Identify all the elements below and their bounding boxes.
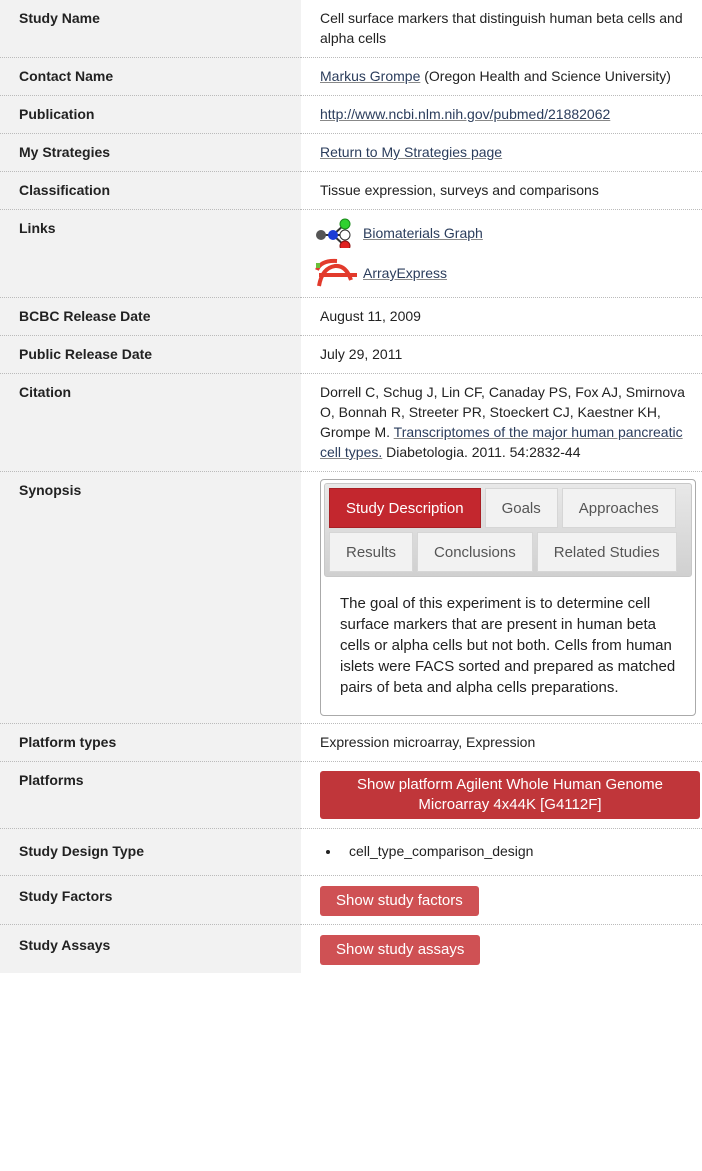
row-platforms: Platforms Show platform Agilent Whole Hu…	[0, 761, 702, 829]
row-study-factors: Study Factors Show study factors	[0, 875, 702, 925]
publication-value: http://www.ncbi.nlm.nih.gov/pubmed/21882…	[301, 95, 702, 134]
row-design-type: Study Design Type cell_type_comparison_d…	[0, 828, 702, 876]
study-factors-value: Show study factors	[301, 875, 702, 925]
contact-value: Markus Grompe (Oregon Health and Science…	[301, 57, 702, 96]
study-factors-label: Study Factors	[0, 875, 301, 925]
row-public-release: Public Release Date July 29, 2011	[0, 335, 702, 374]
classification-value: Tissue expression, surveys and compariso…	[301, 171, 702, 210]
arrayexpress-link[interactable]: ArrayExpress	[363, 263, 447, 283]
my-strategies-link[interactable]: Return to My Strategies page	[320, 144, 502, 160]
row-my-strategies: My Strategies Return to My Strategies pa…	[0, 133, 702, 172]
tab-study-description[interactable]: Study Description	[329, 488, 481, 528]
arrayexpress-icon	[313, 258, 363, 288]
synopsis-value: Study Description Goals Approaches Resul…	[301, 471, 702, 724]
my-strategies-label: My Strategies	[0, 133, 301, 172]
platform-types-value: Expression microarray, Expression	[301, 723, 702, 762]
biomaterials-graph-link-row[interactable]: Biomaterials Graph	[313, 218, 692, 252]
synopsis-tabs: Study Description Goals Approaches Resul…	[320, 479, 696, 716]
platforms-value: Show platform Agilent Whole Human Genome…	[301, 761, 702, 829]
my-strategies-value: Return to My Strategies page	[301, 133, 702, 172]
tab-approaches[interactable]: Approaches	[561, 488, 676, 528]
public-release-value: July 29, 2011	[301, 335, 702, 374]
contact-affiliation: (Oregon Health and Science University)	[420, 68, 671, 84]
synopsis-label: Synopsis	[0, 471, 301, 724]
graph-icon	[313, 218, 363, 252]
study-name-value: Cell surface markers that distinguish hu…	[301, 0, 702, 58]
synopsis-tab-content: The goal of this experiment is to determ…	[340, 595, 676, 696]
row-links: Links Biomaterials Graph ArrayExpress	[0, 209, 702, 298]
platforms-label: Platforms	[0, 761, 301, 829]
publication-link[interactable]: http://www.ncbi.nlm.nih.gov/pubmed/21882…	[320, 106, 610, 122]
links-value: Biomaterials Graph ArrayExpress	[301, 209, 702, 298]
publication-label: Publication	[0, 95, 301, 134]
study-name-label: Study Name	[0, 0, 301, 58]
contact-label: Contact Name	[0, 57, 301, 96]
citation-label: Citation	[0, 373, 301, 472]
show-platform-button[interactable]: Show platform Agilent Whole Human Genome…	[320, 771, 700, 819]
design-type-label: Study Design Type	[0, 828, 301, 876]
tab-goals[interactable]: Goals	[484, 488, 558, 528]
study-info-table: Study Name Cell surface markers that dis…	[0, 0, 702, 973]
bcbc-release-label: BCBC Release Date	[0, 297, 301, 336]
biomaterials-graph-link[interactable]: Biomaterials Graph	[363, 223, 483, 243]
contact-name-link[interactable]: Markus Grompe	[320, 68, 420, 84]
tab-related-studies[interactable]: Related Studies	[536, 532, 677, 572]
platform-types-label: Platform types	[0, 723, 301, 762]
study-assays-value: Show study assays	[301, 925, 702, 974]
synopsis-tab-bar: Study Description Goals Approaches Resul…	[324, 483, 692, 577]
design-type-list: cell_type_comparison_design	[321, 841, 692, 861]
row-publication: Publication http://www.ncbi.nlm.nih.gov/…	[0, 95, 702, 134]
citation-value: Dorrell C, Schug J, Lin CF, Canaday PS, …	[301, 373, 702, 472]
design-type-value: cell_type_comparison_design	[301, 828, 702, 876]
row-study-assays: Study Assays Show study assays	[0, 924, 702, 974]
row-classification: Classification Tissue expression, survey…	[0, 171, 702, 210]
citation-journal: Diabetologia. 2011. 54:2832-44	[382, 444, 581, 460]
links-label: Links	[0, 209, 301, 298]
bcbc-release-value: August 11, 2009	[301, 297, 702, 336]
show-study-factors-button[interactable]: Show study factors	[320, 886, 479, 916]
row-contact: Contact Name Markus Grompe (Oregon Healt…	[0, 57, 702, 96]
public-release-label: Public Release Date	[0, 335, 301, 374]
row-platform-types: Platform types Expression microarray, Ex…	[0, 723, 702, 762]
tab-results[interactable]: Results	[329, 532, 414, 572]
list-item: cell_type_comparison_design	[341, 841, 692, 861]
row-citation: Citation Dorrell C, Schug J, Lin CF, Can…	[0, 373, 702, 472]
study-assays-label: Study Assays	[0, 924, 301, 973]
arrayexpress-link-row[interactable]: ArrayExpress	[313, 258, 692, 288]
row-synopsis: Synopsis Study Description Goals Approac…	[0, 471, 702, 724]
show-study-assays-button[interactable]: Show study assays	[320, 935, 481, 965]
row-study-name: Study Name Cell surface markers that dis…	[0, 0, 702, 58]
row-bcbc-release: BCBC Release Date August 11, 2009	[0, 297, 702, 336]
classification-label: Classification	[0, 171, 301, 210]
tab-conclusions[interactable]: Conclusions	[417, 532, 533, 572]
